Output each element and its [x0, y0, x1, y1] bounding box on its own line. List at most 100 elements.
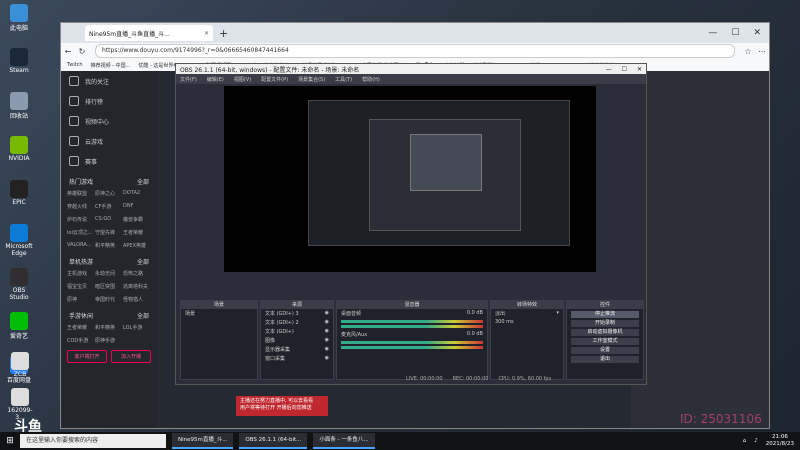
game-link[interactable]: 王者荣耀	[67, 324, 95, 331]
bookmark-link[interactable]: Twitch	[67, 62, 83, 68]
game-link[interactable]: 守望先锋	[95, 229, 123, 236]
client-open-button[interactable]: 客户端打开	[67, 350, 107, 363]
control-button[interactable]: 启动虚拟摄像机	[571, 329, 639, 336]
obs-menu-item[interactable]: 场景集合(S)	[298, 76, 325, 83]
game-link[interactable]: 穿越火线	[67, 203, 95, 210]
clock[interactable]: 21:06 2021/8/23	[766, 434, 794, 448]
source-item[interactable]: 显示器采集 ◉	[261, 345, 333, 354]
game-link[interactable]: DOTA2	[123, 190, 151, 197]
obs-menu-item[interactable]: 编辑(E)	[207, 76, 224, 83]
desktop-icon[interactable]: 此电脑	[4, 4, 34, 32]
back-icon[interactable]: ←	[61, 47, 75, 56]
windows-start-icon[interactable]: ⊞	[0, 436, 20, 446]
obs-minimize-icon[interactable]: —	[606, 66, 612, 73]
desktop-icon[interactable]: EPIC	[4, 180, 34, 206]
source-item[interactable]: 窗口采集 ◉	[261, 354, 333, 363]
desktop-icon[interactable]: 回收站	[4, 92, 34, 120]
taskbar-app[interactable]: Nine95m直播_斗...	[172, 433, 234, 449]
desktop-icon[interactable]: Steam	[4, 48, 34, 74]
browser-tab[interactable]: Nine95m直播_斗鱼直播_斗... ✕	[85, 25, 213, 41]
game-link[interactable]: 原神之心	[95, 190, 123, 197]
refresh-icon[interactable]: ↻	[75, 47, 89, 56]
join-live-button[interactable]: 加入开播	[111, 350, 151, 363]
duration-field[interactable]: 300 ms	[491, 318, 563, 326]
game-link[interactable]: DNF	[123, 203, 151, 210]
bookmark-link[interactable]: 推荐视频 - 中国...	[91, 62, 131, 69]
obs-menu-item[interactable]: 工具(T)	[335, 76, 352, 83]
volume-icon[interactable]: ♪	[754, 438, 758, 444]
taskbar-app[interactable]: OBS 26.1.1 (64-bit...	[239, 433, 308, 449]
new-tab-icon[interactable]: +	[219, 27, 228, 40]
minimize-icon[interactable]: —	[708, 28, 717, 38]
desktop-icon[interactable]: OBS Studio	[4, 268, 34, 301]
sidebar-item[interactable]: 云游戏	[61, 131, 157, 151]
visibility-icon[interactable]: ◉	[325, 328, 329, 335]
control-button[interactable]: 退出	[571, 356, 639, 363]
visibility-icon[interactable]: ◉	[325, 337, 329, 344]
star-icon[interactable]: ☆	[741, 47, 755, 56]
taskbar-app[interactable]: 小面条 - 一条鱼八...	[313, 433, 375, 449]
control-button[interactable]: 设置	[571, 347, 639, 354]
obs-menu-item[interactable]: 配置文件(P)	[261, 76, 288, 83]
control-button[interactable]: 工作室模式	[571, 338, 639, 345]
sidebar-item[interactable]: 赛事	[61, 151, 157, 171]
game-link[interactable]: lol云顶之...	[67, 229, 95, 236]
game-link[interactable]: 恐怖之路	[123, 270, 151, 277]
volume-slider[interactable]	[341, 325, 483, 328]
game-link[interactable]: APEX英雄	[123, 242, 151, 249]
maximize-icon[interactable]: ☐	[731, 28, 739, 38]
game-link[interactable]: CF手游	[95, 203, 123, 210]
control-button[interactable]: 开始录制	[571, 320, 639, 327]
url-input[interactable]: https://www.douyu.com/9174996?_r=0&06665…	[95, 44, 735, 58]
visibility-icon[interactable]: ◉	[325, 310, 329, 317]
obs-menu-item[interactable]: 帮助(H)	[362, 76, 380, 83]
game-link[interactable]: 帝国时代	[95, 296, 123, 303]
game-link[interactable]: 炉石传说	[67, 216, 95, 223]
game-link[interactable]: CS:GO	[95, 216, 123, 223]
game-link[interactable]: 和平精英	[95, 242, 123, 249]
source-item[interactable]: 文本 (GDI+) 2 ◉	[261, 318, 333, 327]
game-link[interactable]: 主机游戏	[67, 270, 95, 277]
game-link[interactable]: 和平精英	[95, 324, 123, 331]
game-link[interactable]: 魔兽争霸	[123, 216, 151, 223]
game-link[interactable]: 怪物猎人	[123, 296, 151, 303]
game-link[interactable]: 暗区突围	[95, 283, 123, 290]
game-link[interactable]: 永劫无间	[95, 270, 123, 277]
menu-icon[interactable]: ⋯	[755, 47, 769, 56]
transition-select[interactable]: 淡出 ▾	[491, 309, 563, 318]
desktop-icon[interactable]: NVIDIA	[4, 136, 34, 162]
obs-maximize-icon[interactable]: ☐	[622, 66, 627, 73]
game-link[interactable]: LOL手游	[123, 324, 151, 331]
scene-item[interactable]: 场景	[181, 309, 257, 318]
game-link[interactable]: VALORA...	[67, 242, 95, 249]
desktop-icon[interactable]: ZCB	[5, 352, 35, 378]
obs-close-icon[interactable]: ✕	[637, 66, 642, 73]
volume-slider[interactable]	[341, 346, 483, 349]
visibility-icon[interactable]: ◉	[325, 319, 329, 326]
visibility-icon[interactable]: ◉	[325, 355, 329, 362]
game-link[interactable]: 原神手游	[95, 337, 123, 344]
close-window-icon[interactable]: ✕	[753, 28, 761, 38]
source-item[interactable]: 文本 (GDI+) 3 ◉	[261, 309, 333, 318]
visibility-icon[interactable]: ◉	[325, 346, 329, 353]
desktop-icon[interactable]: Microsoft Edge	[4, 224, 34, 257]
obs-preview[interactable]	[224, 86, 596, 272]
taskbar-search-input[interactable]: 在这里输入你要搜索的内容	[20, 434, 166, 448]
obs-menu-item[interactable]: 视图(V)	[234, 76, 251, 83]
game-link[interactable]: 王者荣耀	[123, 229, 151, 236]
game-link[interactable]: COD手游	[67, 337, 95, 344]
source-item[interactable]: 图像 ◉	[261, 336, 333, 345]
sidebar-item[interactable]: 视频中心	[61, 111, 157, 131]
game-link[interactable]: 原神	[67, 296, 95, 303]
obs-menu-item[interactable]: 文件(F)	[180, 76, 197, 83]
game-link[interactable]: 逃离塔科夫	[123, 283, 151, 290]
sidebar-item[interactable]: 我的关注	[61, 71, 157, 91]
close-tab-icon[interactable]: ✕	[204, 30, 209, 37]
desktop-icon[interactable]: 爱奇艺	[4, 312, 34, 340]
sidebar-item[interactable]: 排行榜	[61, 91, 157, 111]
source-item[interactable]: 文本 (GDI+) ◉	[261, 327, 333, 336]
game-link[interactable]: 福宝宝贝	[67, 283, 95, 290]
control-button[interactable]: 停止推流	[571, 311, 639, 318]
network-icon[interactable]: ⌂	[743, 438, 747, 444]
game-link[interactable]: 英雄联盟	[67, 190, 95, 197]
